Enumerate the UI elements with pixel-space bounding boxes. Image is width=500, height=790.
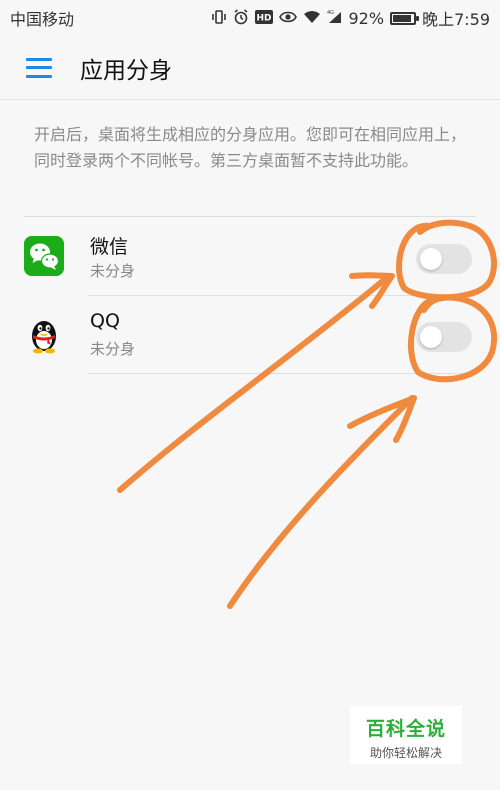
page-title: 应用分身: [80, 57, 172, 84]
qq-clone-toggle[interactable]: [416, 322, 472, 352]
toggle-knob: [420, 326, 442, 348]
battery-percent: 92%: [348, 8, 385, 28]
annotation-arrow-lower-head: [347, 395, 417, 443]
eye-icon: [278, 10, 297, 27]
app-bar: 应用分身: [0, 36, 500, 100]
wechat-icon: [24, 236, 64, 276]
status-bar: 中国移动 HD 4G 92% 晚上7:59: [0, 0, 500, 36]
alarm-icon: [233, 8, 249, 28]
app-name: QQ: [90, 310, 120, 332]
feature-description: 开启后，桌面将生成相应的分身应用。您即可在相同应用上，同时登录两个不同帐号。第三…: [34, 125, 467, 170]
annotation-overlay: [117, 219, 498, 609]
wechat-clone-toggle[interactable]: [416, 244, 472, 274]
status-icons: HD 4G 92% 晚上7:59: [211, 6, 490, 30]
divider: [24, 216, 476, 217]
vibrate-icon: [211, 9, 227, 28]
network-label: 4G: [327, 10, 334, 16]
wifi-icon: [303, 10, 321, 27]
annotation-arrow-lower: [227, 395, 415, 609]
hd-label: HD: [256, 13, 271, 23]
battery-fill: [393, 14, 412, 22]
app-row-wechat[interactable]: 微信 未分身: [0, 218, 500, 296]
signal-icon: 4G: [327, 9, 343, 27]
clock: 晚上7:59: [422, 10, 490, 29]
qq-icon: [24, 314, 64, 354]
watermark-subtitle: 助你轻松解决: [369, 746, 442, 760]
hd-icon: HD: [254, 9, 273, 27]
app-name: 微信: [90, 236, 129, 258]
carrier-label: 中国移动: [10, 10, 75, 29]
battery-icon: [390, 11, 420, 25]
app-clone-status: 未分身: [90, 340, 136, 358]
app-row-qq[interactable]: QQ 未分身: [0, 296, 500, 374]
watermark-logo: 百科全说 助你轻松解决: [350, 706, 462, 764]
divider: [88, 373, 476, 374]
menu-icon[interactable]: [26, 57, 52, 78]
toggle-knob: [420, 248, 442, 270]
watermark-title: 百科全说: [365, 718, 446, 740]
app-clone-status: 未分身: [90, 262, 136, 280]
